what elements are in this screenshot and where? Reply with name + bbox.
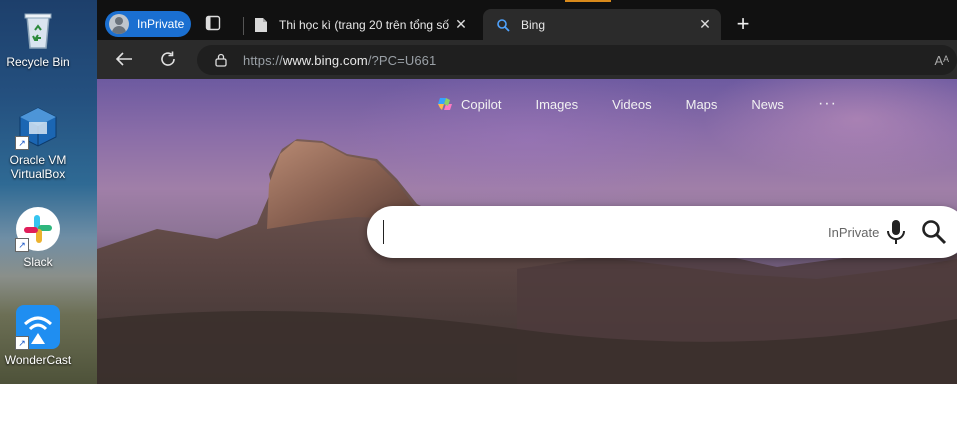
browser-window: InPrivate Thi học kì (trang 20 trên tổng… (97, 0, 957, 384)
shortcut-arrow-icon: ↗ (15, 238, 29, 252)
url-host: www.bing.com (282, 52, 368, 68)
nav-images[interactable]: Images (535, 97, 578, 112)
document-icon (253, 17, 269, 33)
desktop-icon-label: Recycle Bin (6, 55, 70, 69)
search-box[interactable]: InPrivate (367, 206, 957, 258)
nav-copilot[interactable]: Copilot (437, 96, 501, 112)
microphone-icon[interactable] (885, 219, 907, 245)
shortcut-arrow-icon: ↗ (15, 336, 29, 350)
nav-label: Maps (685, 96, 718, 112)
bing-nav: Copilot Images Videos Maps News ··· (437, 95, 837, 113)
search-icon[interactable] (921, 219, 947, 245)
text-cursor (383, 220, 384, 244)
nav-label: Videos (612, 96, 652, 112)
virtualbox-icon: ↗ (15, 104, 61, 150)
desktop-icon-label: Oracle VM VirtualBox (9, 153, 67, 181)
desktop: Recycle Bin ↗ Oracle VM VirtualBox ↗ Sla… (0, 0, 97, 384)
refresh-icon[interactable] (157, 48, 179, 70)
tab-bing[interactable]: Bing ✕ (483, 9, 721, 40)
desktop-icon-wondercast[interactable]: ↗ WonderCast (0, 304, 76, 367)
wondercast-icon: ↗ (15, 304, 61, 350)
inprivate-profile-button[interactable]: InPrivate (105, 11, 191, 37)
profile-label: InPrivate (137, 17, 185, 31)
nav-label: News (751, 96, 784, 112)
address-bar[interactable]: https://www.bing.com/?PC=U661 Aᴬ (197, 45, 957, 75)
close-icon[interactable]: ✕ (695, 16, 715, 33)
url-prefix: https:// (243, 52, 283, 68)
nav-videos[interactable]: Videos (612, 97, 652, 112)
lock-icon[interactable] (215, 53, 229, 67)
nav-label: Copilot (461, 96, 502, 112)
desktop-icon-virtualbox[interactable]: ↗ Oracle VM VirtualBox (0, 104, 76, 181)
desktop-icon-label: WonderCast (4, 353, 72, 367)
copilot-icon (438, 98, 452, 110)
close-icon[interactable]: ✕ (451, 16, 471, 33)
tab-actions-icon[interactable] (205, 15, 221, 31)
inprivate-badge: InPrivate (828, 225, 880, 240)
bing-page: Copilot Images Videos Maps News ··· InPr… (97, 79, 957, 384)
shortcut-arrow-icon: ↗ (15, 136, 29, 150)
browser-toolbar: https://www.bing.com/?PC=U661 Aᴬ (97, 40, 957, 79)
window-accent (565, 0, 611, 2)
search-input[interactable] (387, 216, 811, 250)
desktop-icon-recycle-bin[interactable]: Recycle Bin (0, 6, 76, 69)
tab-title: Thi học kì (trang 20 trên tổng số (279, 17, 450, 32)
nav-label: Images (535, 96, 579, 112)
avatar (109, 14, 129, 34)
read-aloud-icon[interactable]: Aᴬ (934, 53, 949, 68)
tab-separator (243, 17, 244, 35)
desktop-icon-label: Slack (23, 255, 53, 269)
nav-news[interactable]: News (751, 97, 784, 112)
nav-maps[interactable]: Maps (686, 97, 718, 112)
desktop-icon-slack[interactable]: ↗ Slack (0, 206, 76, 269)
more-options-icon[interactable]: ··· (818, 95, 837, 113)
back-arrow-icon[interactable] (113, 48, 135, 70)
tab-strip: InPrivate Thi học kì (trang 20 trên tổng… (97, 0, 957, 40)
url-text: https://www.bing.com/?PC=U661 (243, 53, 436, 68)
tab-title: Bing (521, 17, 546, 32)
recycle-bin-icon (15, 6, 61, 52)
search-icon (495, 17, 511, 33)
url-path: /?PC=U661 (367, 52, 437, 68)
tab-document[interactable]: Thi học kì (trang 20 trên tổng số ✕ (251, 9, 477, 40)
slack-icon: ↗ (15, 206, 61, 252)
new-tab-button[interactable]: + (733, 13, 753, 35)
